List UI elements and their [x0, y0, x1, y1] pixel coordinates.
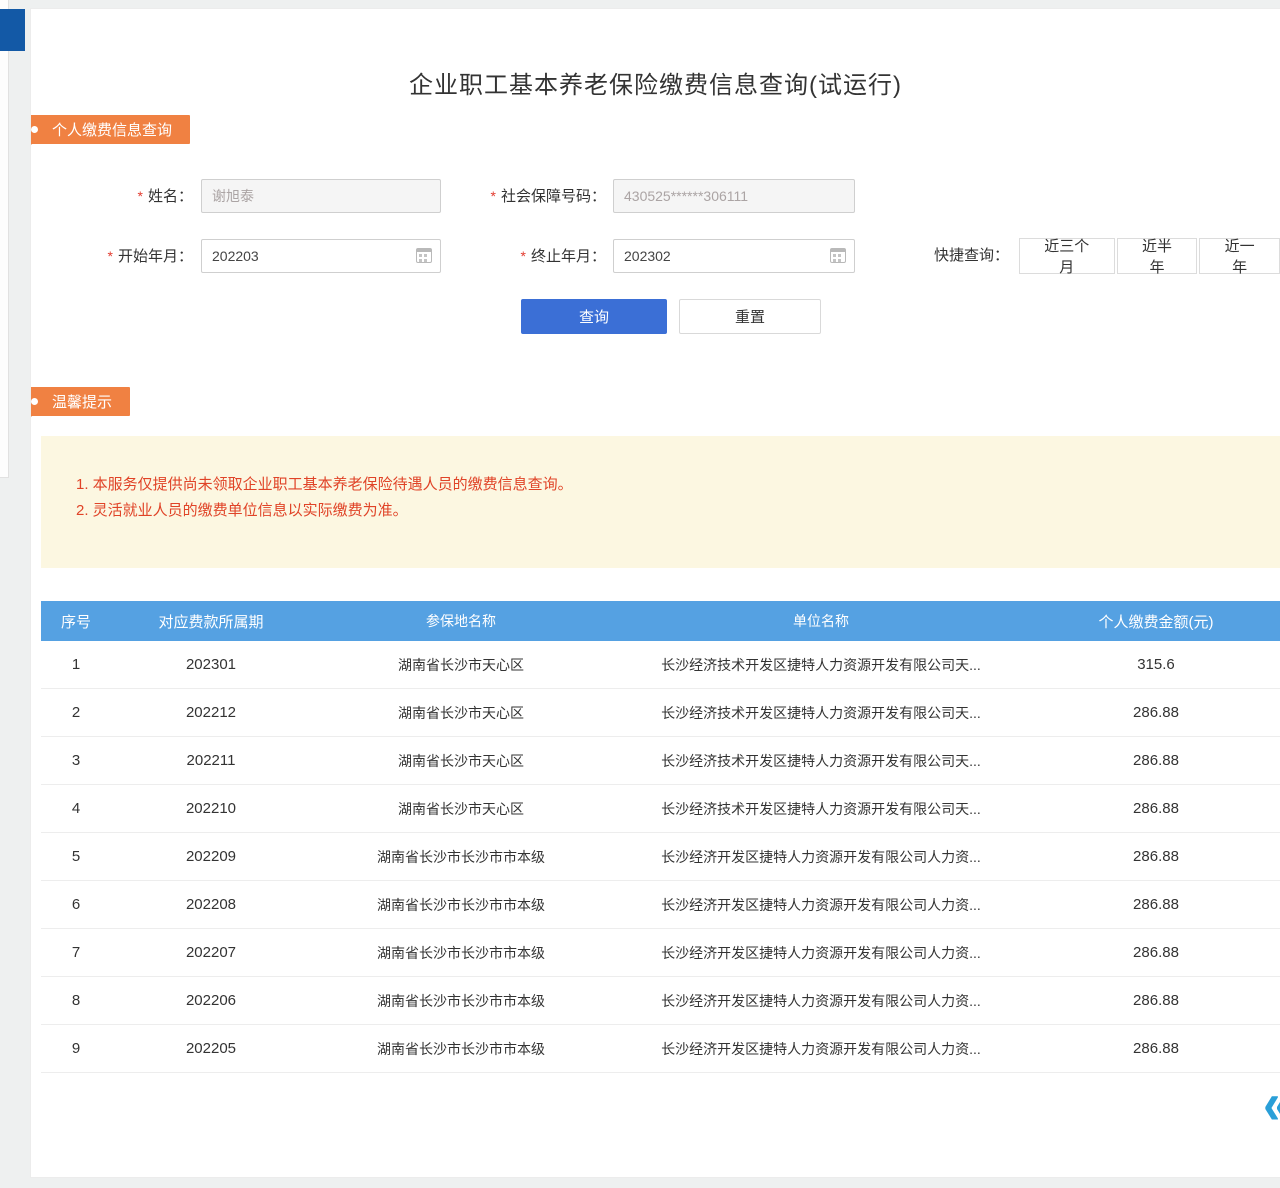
cell-seq: 7 — [41, 944, 111, 961]
quick-btn-year[interactable]: 近一年 — [1199, 238, 1280, 274]
cell-seq: 3 — [41, 752, 111, 769]
bullet-icon — [31, 126, 38, 133]
cell-period: 202212 — [111, 704, 311, 721]
table-row: 5 202209 湖南省长沙市长沙市市本级 长沙经济开发区捷特人力资源开发有限公… — [41, 833, 1280, 881]
header-seq: 序号 — [41, 611, 111, 632]
reset-button[interactable]: 重置 — [679, 299, 821, 334]
ribbon-fold — [30, 416, 32, 425]
cell-company: 长沙经济技术开发区捷特人力资源开发有限公司天... — [611, 799, 1031, 819]
cell-period: 202210 — [111, 800, 311, 817]
main-panel: 企业职工基本养老保险缴费信息查询(试运行) 个人缴费信息查询 *姓名： *社会保… — [30, 8, 1280, 1178]
section-badge-tips: 温馨提示 — [30, 387, 130, 416]
end-date-field[interactable] — [613, 239, 855, 273]
section-badge-tips-label: 温馨提示 — [52, 391, 112, 412]
cell-amount: 315.6 — [1031, 656, 1280, 673]
cell-region: 湖南省长沙市长沙市市本级 — [311, 991, 611, 1011]
cell-company: 长沙经济开发区捷特人力资源开发有限公司人力资... — [611, 943, 1031, 963]
quick-btn-halfyear[interactable]: 近半年 — [1117, 238, 1198, 274]
cell-amount: 286.88 — [1031, 752, 1280, 769]
required-marker: * — [138, 188, 143, 204]
table-row: 7 202207 湖南省长沙市长沙市市本级 长沙经济开发区捷特人力资源开发有限公… — [41, 929, 1280, 977]
header-company: 单位名称 — [611, 611, 1031, 631]
cell-amount: 286.88 — [1031, 944, 1280, 961]
quick-query-label: 快捷查询： — [934, 238, 1009, 274]
page-title: 企业职工基本养老保险缴费信息查询(试运行) — [31, 65, 1280, 100]
results-table: 序号 对应费款所属期 参保地名称 单位名称 个人缴费金额(元) 1 202301… — [41, 601, 1280, 1073]
corner-brand-block — [0, 9, 25, 51]
table-row: 8 202206 湖南省长沙市长沙市市本级 长沙经济开发区捷特人力资源开发有限公… — [41, 977, 1280, 1025]
collapse-chevron-icon[interactable]: « — [1263, 1078, 1280, 1131]
warning-line-2: 2. 灵活就业人员的缴费单位信息以实际缴费为准。 — [76, 498, 1280, 524]
cell-company: 长沙经济开发区捷特人力资源开发有限公司人力资... — [611, 847, 1031, 867]
end-date-wrap — [613, 239, 855, 273]
cell-period: 202207 — [111, 944, 311, 961]
bullet-icon — [31, 398, 38, 405]
cell-amount: 286.88 — [1031, 896, 1280, 913]
warning-notice: 1. 本服务仅提供尚未领取企业职工基本养老保险待遇人员的缴费信息查询。 2. 灵… — [41, 436, 1280, 568]
table-row: 2 202212 湖南省长沙市天心区 长沙经济技术开发区捷特人力资源开发有限公司… — [41, 689, 1280, 737]
ssn-label: *社会保障号码： — [391, 179, 606, 214]
cell-seq: 5 — [41, 848, 111, 865]
cell-amount: 286.88 — [1031, 1040, 1280, 1057]
cell-period: 202211 — [111, 752, 311, 769]
section-badge-query: 个人缴费信息查询 — [30, 115, 190, 144]
quick-btn-3months[interactable]: 近三个月 — [1019, 238, 1115, 274]
table-row: 3 202211 湖南省长沙市天心区 长沙经济技术开发区捷特人力资源开发有限公司… — [41, 737, 1280, 785]
calendar-icon[interactable] — [830, 248, 846, 263]
cell-seq: 9 — [41, 1040, 111, 1057]
ssn-field[interactable] — [613, 179, 855, 213]
table-header-row: 序号 对应费款所属期 参保地名称 单位名称 个人缴费金额(元) — [41, 601, 1280, 641]
required-marker: * — [108, 248, 113, 264]
table-row: 1 202301 湖南省长沙市天心区 长沙经济技术开发区捷特人力资源开发有限公司… — [41, 641, 1280, 689]
cell-period: 202206 — [111, 992, 311, 1009]
cell-company: 长沙经济技术开发区捷特人力资源开发有限公司天... — [611, 751, 1031, 771]
ribbon-fold — [30, 144, 32, 153]
cell-period: 202301 — [111, 656, 311, 673]
start-date-label: *开始年月： — [81, 239, 193, 274]
warning-line-1: 1. 本服务仅提供尚未领取企业职工基本养老保险待遇人员的缴费信息查询。 — [76, 472, 1280, 498]
cell-region: 湖南省长沙市长沙市市本级 — [311, 943, 611, 963]
cell-seq: 4 — [41, 800, 111, 817]
header-period: 对应费款所属期 — [111, 611, 311, 632]
header-region: 参保地名称 — [311, 611, 611, 631]
header-amount: 个人缴费金额(元) — [1031, 611, 1280, 632]
cell-region: 湖南省长沙市长沙市市本级 — [311, 895, 611, 915]
cell-seq: 8 — [41, 992, 111, 1009]
cell-amount: 286.88 — [1031, 992, 1280, 1009]
cell-region: 湖南省长沙市长沙市市本级 — [311, 1039, 611, 1059]
cell-company: 长沙经济开发区捷特人力资源开发有限公司人力资... — [611, 1039, 1031, 1059]
table-row: 4 202210 湖南省长沙市天心区 长沙经济技术开发区捷特人力资源开发有限公司… — [41, 785, 1280, 833]
table-row: 6 202208 湖南省长沙市长沙市市本级 长沙经济开发区捷特人力资源开发有限公… — [41, 881, 1280, 929]
section-badge-query-label: 个人缴费信息查询 — [52, 119, 172, 140]
cell-amount: 286.88 — [1031, 848, 1280, 865]
cell-region: 湖南省长沙市天心区 — [311, 703, 611, 723]
collapsed-sidebar — [0, 0, 9, 478]
cell-region: 湖南省长沙市天心区 — [311, 799, 611, 819]
cell-seq: 6 — [41, 896, 111, 913]
cell-company: 长沙经济技术开发区捷特人力资源开发有限公司天... — [611, 703, 1031, 723]
cell-amount: 286.88 — [1031, 704, 1280, 721]
required-marker: * — [521, 248, 526, 264]
cell-company: 长沙经济开发区捷特人力资源开发有限公司人力资... — [611, 895, 1031, 915]
cell-region: 湖南省长沙市天心区 — [311, 751, 611, 771]
cell-period: 202208 — [111, 896, 311, 913]
cell-period: 202209 — [111, 848, 311, 865]
cell-amount: 286.88 — [1031, 800, 1280, 817]
cell-period: 202205 — [111, 1040, 311, 1057]
name-label: *姓名： — [81, 179, 193, 214]
cell-region: 湖南省长沙市天心区 — [311, 655, 611, 675]
quick-query-group: 近三个月 近半年 近一年 — [1017, 238, 1280, 274]
cell-seq: 1 — [41, 656, 111, 673]
table-row: 9 202205 湖南省长沙市长沙市市本级 长沙经济开发区捷特人力资源开发有限公… — [41, 1025, 1280, 1073]
query-button[interactable]: 查询 — [521, 299, 667, 334]
cell-region: 湖南省长沙市长沙市市本级 — [311, 847, 611, 867]
cell-seq: 2 — [41, 704, 111, 721]
required-marker: * — [491, 188, 496, 204]
end-date-label: *终止年月： — [391, 239, 606, 274]
cell-company: 长沙经济技术开发区捷特人力资源开发有限公司天... — [611, 655, 1031, 675]
cell-company: 长沙经济开发区捷特人力资源开发有限公司人力资... — [611, 991, 1031, 1011]
